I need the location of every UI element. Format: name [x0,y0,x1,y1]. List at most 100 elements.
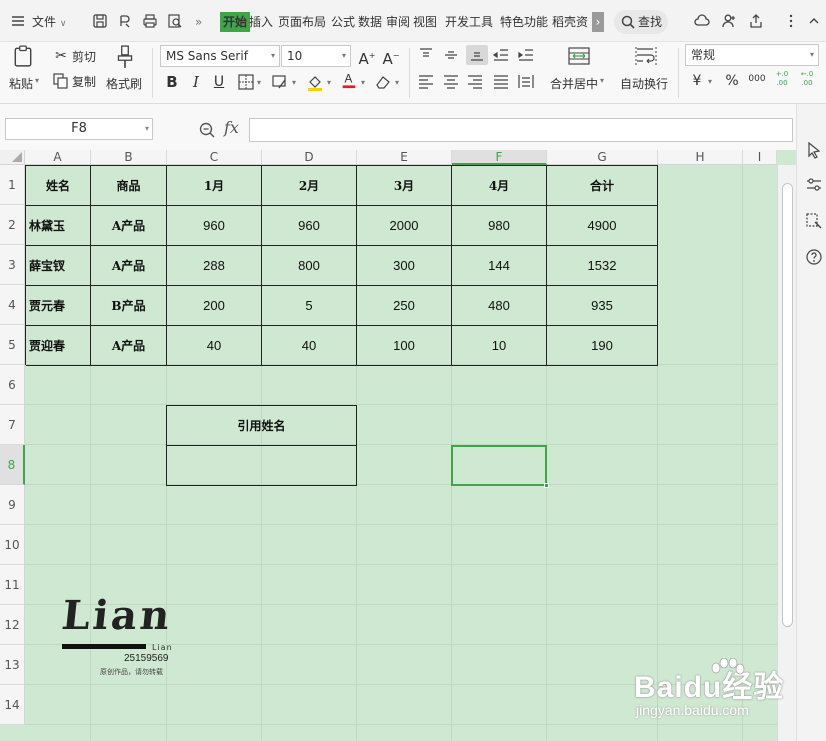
formula-input[interactable] [249,118,793,142]
column-header-c[interactable]: C [167,150,262,165]
cell-b5[interactable]: A产品 [91,326,167,366]
print-preview-icon[interactable] [167,13,183,29]
cell-b1[interactable]: 商品 [91,166,167,206]
cell-d3[interactable]: 800 [262,246,357,286]
more-options-icon[interactable] [783,13,799,29]
cell-e3[interactable]: 300 [357,246,452,286]
distributed-align-icon[interactable] [517,72,535,90]
align-middle-icon[interactable] [442,46,460,64]
lookup-result-cell[interactable] [167,446,357,486]
increase-indent-icon[interactable] [517,46,535,64]
cell-g1[interactable]: 合计 [547,166,658,206]
cell-c5[interactable]: 40 [167,326,262,366]
scrollbar-thumb[interactable] [782,183,793,627]
save-icon[interactable] [92,13,108,29]
cell-b4[interactable]: B产品 [91,286,167,326]
justify-icon[interactable] [492,72,510,90]
column-header-f[interactable]: F [452,150,547,165]
row-header-14[interactable]: 14 [0,685,25,725]
cell-g2[interactable]: 4900 [547,206,658,246]
cell-e5[interactable]: 100 [357,326,452,366]
tab-formula[interactable]: 公式 [331,12,355,32]
cell-c1[interactable]: 1月 [167,166,262,206]
align-bottom-icon[interactable] [466,45,488,65]
align-right-icon[interactable] [466,72,484,90]
increase-decimal-button[interactable]: +.0 .00 [772,70,792,92]
tab-special-features[interactable]: 特色功能 [500,12,548,32]
tabs-scroll-right-button[interactable]: › [592,12,604,32]
underline-button[interactable]: U [210,73,228,91]
increase-font-size-icon[interactable]: A+ [358,47,376,68]
vertical-scrollbar[interactable] [777,165,796,741]
column-header-i[interactable]: I [743,150,777,165]
column-header-b[interactable]: B [91,150,167,165]
row-header-1[interactable]: 1 [0,165,25,205]
row-header-6[interactable]: 6 [0,365,25,405]
borders-dropdown-icon[interactable]: ▾ [257,78,261,87]
share-icon[interactable] [748,13,764,29]
row-header-3[interactable]: 3 [0,245,25,285]
column-header-a[interactable]: A [25,150,91,165]
italic-button[interactable]: I [187,73,205,91]
select-all-corner[interactable] [0,150,25,165]
column-header-h[interactable]: H [658,150,743,165]
cell-b2[interactable]: A产品 [91,206,167,246]
name-box[interactable]: F8 ▾ [5,118,153,140]
cell-style-dropdown-icon[interactable]: ▾ [292,78,296,87]
tab-review[interactable]: 审阅 [386,12,410,32]
cell-g3[interactable]: 1532 [547,246,658,286]
row-header-5[interactable]: 5 [0,325,25,365]
cell-f3[interactable]: 144 [452,246,547,286]
cell-b3[interactable]: A产品 [91,246,167,286]
decrease-font-size-icon[interactable]: A− [382,47,400,68]
number-format-select[interactable]: 常规 ▾ [685,44,819,66]
spreadsheet-grid[interactable]: A B C D E F G H I 1 2 3 4 5 6 7 8 9 10 1… [0,150,796,741]
fill-color-dropdown-icon[interactable]: ▾ [327,78,331,87]
tab-home[interactable]: 开始 [220,12,251,32]
percent-format-button[interactable]: % [723,72,741,90]
fill-color-icon[interactable] [306,73,324,91]
currency-dropdown-icon[interactable]: ▾ [708,77,712,86]
row-header-4[interactable]: 4 [0,285,25,325]
cell-g4[interactable]: 935 [547,286,658,326]
file-menu[interactable]: 文件 ∨ [32,12,66,32]
cell-f5[interactable]: 10 [452,326,547,366]
cell-a3[interactable]: 薛宝钗 [26,246,91,286]
row-header-7[interactable]: 7 [0,405,25,445]
cell-style-icon[interactable] [271,73,289,91]
cloud-sync-icon[interactable] [694,13,710,29]
currency-format-button[interactable]: ¥ [688,72,706,90]
row-header-9[interactable]: 9 [0,485,25,525]
overflow-chevron-icon[interactable]: » [195,12,202,32]
thousands-separator-button[interactable]: 000 [747,70,767,88]
column-header-d[interactable]: D [262,150,357,165]
collapse-ribbon-icon[interactable] [806,13,822,29]
clear-format-dropdown-icon[interactable]: ▾ [395,78,399,87]
tab-developer[interactable]: 开发工具 [445,12,493,32]
cell-c3[interactable]: 288 [167,246,262,286]
decrease-decimal-button[interactable]: ←.0 .00 [797,70,817,92]
column-header-g[interactable]: G [547,150,658,165]
row-header-13[interactable]: 13 [0,645,25,685]
borders-icon[interactable] [237,73,255,91]
hamburger-menu-icon[interactable] [10,13,26,29]
cell-e1[interactable]: 3月 [357,166,452,206]
row-header-11[interactable]: 11 [0,565,25,605]
print-icon[interactable] [142,13,158,29]
tab-view[interactable]: 视图 [413,12,437,32]
fill-handle[interactable] [544,483,549,488]
adjust-sliders-icon[interactable] [805,176,823,194]
font-color-icon[interactable]: A [340,71,358,89]
font-size-select[interactable]: 10 ▾ [281,45,351,67]
tab-insert[interactable]: 插入 [249,12,273,32]
search-button[interactable]: 查找 [614,10,668,34]
undo-history-icon[interactable] [117,13,133,29]
align-left-icon[interactable] [417,72,435,90]
cell-f1[interactable]: 4月 [452,166,547,206]
select-cursor-icon[interactable] [805,141,823,159]
cell-d1[interactable]: 2月 [262,166,357,206]
row-header-10[interactable]: 10 [0,525,25,565]
bold-button[interactable]: B [163,73,181,91]
clear-format-icon[interactable] [374,73,392,91]
cell-d5[interactable]: 40 [262,326,357,366]
